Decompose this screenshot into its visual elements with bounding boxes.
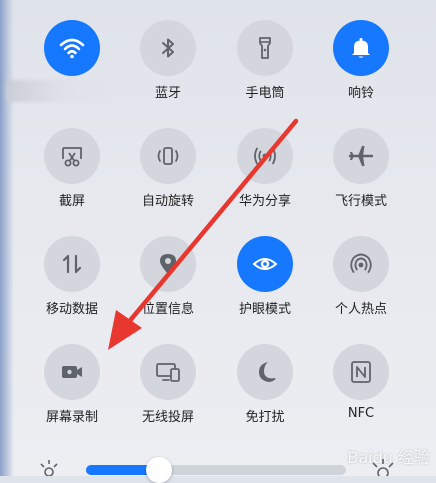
tile-mobile-data[interactable]: 移动数据 <box>22 236 122 336</box>
wifi-icon <box>59 38 85 59</box>
tile-nfc[interactable]: NFC <box>311 344 411 444</box>
wallpaper-edge <box>0 0 14 476</box>
tile-label: 截屏 <box>58 194 85 209</box>
tile-location[interactable]: 位置信息 <box>118 236 218 336</box>
tile-ring[interactable]: 响铃 <box>311 20 411 120</box>
eye-comfort-button[interactable] <box>237 236 293 292</box>
tile-wireless-projection[interactable]: 无线投屏 <box>118 344 218 444</box>
tile-label: 个人热点 <box>334 302 387 317</box>
moon-icon <box>259 362 276 382</box>
brightness-low-icon <box>40 460 58 476</box>
wireless-projection-icon <box>156 363 180 382</box>
tile-flashlight[interactable]: 手电筒 <box>215 20 315 120</box>
tile-label: 护眼模式 <box>238 302 291 317</box>
wifi-button[interactable] <box>44 20 100 76</box>
screenshot-icon <box>62 147 82 167</box>
screen-recording-button[interactable] <box>44 344 100 400</box>
tile-label: 自动旋转 <box>141 194 194 209</box>
hotspot-icon <box>350 253 372 273</box>
tile-screen-recording[interactable]: 屏幕录制 <box>22 344 122 444</box>
location-button[interactable] <box>140 236 196 292</box>
tile-label: 免打扰 <box>245 410 285 425</box>
tile-wifi[interactable] <box>22 20 122 120</box>
ring-button[interactable] <box>333 20 389 76</box>
bell-icon <box>352 38 370 58</box>
share-icon <box>254 147 276 165</box>
auto-rotate-icon <box>157 147 179 165</box>
bluetooth-icon <box>162 38 174 58</box>
tile-label: 华为分享 <box>238 194 291 209</box>
screen-record-icon <box>62 366 82 378</box>
tile-hotspot[interactable]: 个人热点 <box>311 236 411 336</box>
tile-eye-comfort[interactable]: 护眼模式 <box>215 236 315 336</box>
mobile-data-button[interactable] <box>44 236 100 292</box>
tile-label: 移动数据 <box>45 302 98 317</box>
tile-label: 手电筒 <box>245 86 285 101</box>
auto-rotate-button[interactable] <box>140 128 196 184</box>
tile-airplane-mode[interactable]: 飞行模式 <box>311 128 411 228</box>
airplane-mode-button[interactable] <box>333 128 389 184</box>
tile-auto-rotate[interactable]: 自动旋转 <box>118 128 218 228</box>
tile-label: 屏幕录制 <box>45 410 98 425</box>
tile-label: NFC <box>347 406 375 421</box>
flashlight-icon <box>259 37 271 59</box>
tile-screenshot[interactable]: 截屏 <box>22 128 122 228</box>
mobile-data-icon <box>62 254 82 274</box>
do-not-disturb-button[interactable] <box>237 344 293 400</box>
nfc-button[interactable] <box>333 344 389 400</box>
wireless-projection-button[interactable] <box>140 344 196 400</box>
huawei-share-button[interactable] <box>237 128 293 184</box>
bluetooth-button[interactable] <box>140 20 196 76</box>
tile-label: 无线投屏 <box>141 410 194 425</box>
flashlight-button[interactable] <box>237 20 293 76</box>
brightness-slider-knob[interactable] <box>146 457 172 483</box>
screenshot-button[interactable] <box>44 128 100 184</box>
tile-label: 飞行模式 <box>334 194 387 209</box>
baidu-watermark: Baidu 经验 <box>347 448 430 467</box>
eye-icon <box>252 258 278 270</box>
tile-huawei-share[interactable]: 华为分享 <box>215 128 315 228</box>
tile-do-not-disturb[interactable]: 免打扰 <box>215 344 315 444</box>
tile-label: 蓝牙 <box>154 86 181 101</box>
tile-label: 位置信息 <box>141 302 194 317</box>
airplane-icon <box>348 146 374 166</box>
location-icon <box>160 254 176 274</box>
nfc-icon <box>351 361 371 383</box>
tile-label: 响铃 <box>347 86 374 101</box>
tile-bluetooth[interactable]: 蓝牙 <box>118 20 218 120</box>
hotspot-button[interactable] <box>333 236 389 292</box>
